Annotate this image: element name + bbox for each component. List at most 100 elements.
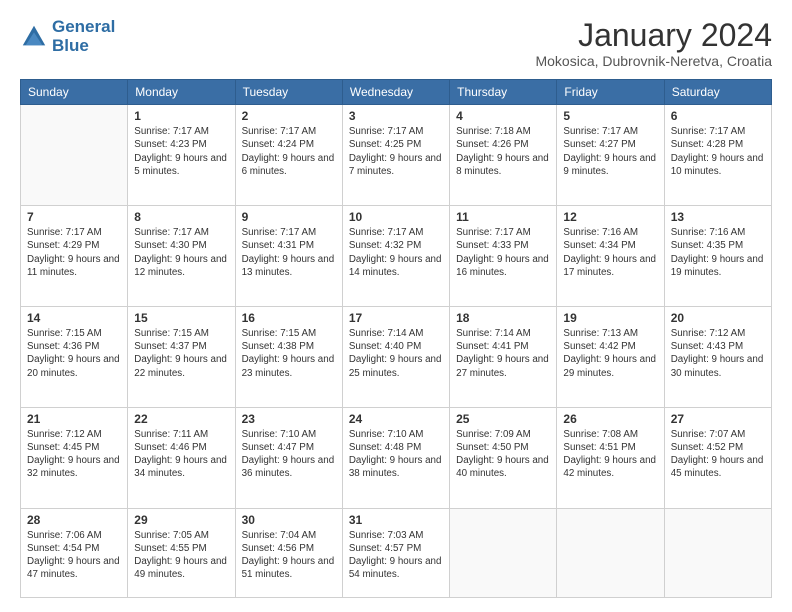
day-info: Sunrise: 7:06 AM Sunset: 4:54 PM Dayligh… (27, 529, 121, 582)
logo-text: General Blue (52, 18, 115, 55)
day-info: Sunrise: 7:17 AM Sunset: 4:32 PM Dayligh… (349, 226, 443, 279)
day-info: Sunrise: 7:05 AM Sunset: 4:55 PM Dayligh… (134, 529, 228, 582)
calendar-cell: 14 Sunrise: 7:15 AM Sunset: 4:36 PM Dayli… (21, 306, 128, 407)
calendar-cell (557, 508, 664, 597)
day-info: Sunrise: 7:17 AM Sunset: 4:27 PM Dayligh… (563, 125, 657, 178)
calendar-table: SundayMondayTuesdayWednesdayThursdayFrid… (20, 79, 772, 598)
main-title: January 2024 (535, 18, 772, 53)
day-number: 3 (349, 109, 443, 123)
day-number: 17 (349, 311, 443, 325)
calendar-cell: 28 Sunrise: 7:06 AM Sunset: 4:54 PM Dayli… (21, 508, 128, 597)
day-info: Sunrise: 7:12 AM Sunset: 4:45 PM Dayligh… (27, 428, 121, 481)
calendar-cell: 6 Sunrise: 7:17 AM Sunset: 4:28 PM Daylig… (664, 105, 771, 206)
calendar-cell: 9 Sunrise: 7:17 AM Sunset: 4:31 PM Daylig… (235, 206, 342, 307)
day-number: 2 (242, 109, 336, 123)
calendar-cell: 19 Sunrise: 7:13 AM Sunset: 4:42 PM Dayli… (557, 306, 664, 407)
calendar-week-4: 21Sunrise: 7:12 AM Sunset: 4:45 PM Dayli… (21, 407, 772, 508)
calendar-cell: 1Sunrise: 7:17 AM Sunset: 4:23 PM Daylig… (128, 105, 235, 206)
day-info: Sunrise: 7:15 AM Sunset: 4:38 PM Dayligh… (242, 327, 336, 380)
column-header-wednesday: Wednesday (342, 80, 449, 105)
calendar-cell: 29 Sunrise: 7:05 AM Sunset: 4:55 PM Dayli… (128, 508, 235, 597)
day-number: 19 (563, 311, 657, 325)
day-info: Sunrise: 7:14 AM Sunset: 4:41 PM Dayligh… (456, 327, 550, 380)
day-number: 9 (242, 210, 336, 224)
day-info: Sunrise: 7:14 AM Sunset: 4:40 PM Dayligh… (349, 327, 443, 380)
calendar-cell (450, 508, 557, 597)
title-block: January 2024 Mokosica, Dubrovnik-Neretva… (535, 18, 772, 69)
calendar-cell: 8Sunrise: 7:17 AM Sunset: 4:30 PM Daylig… (128, 206, 235, 307)
day-number: 23 (242, 412, 336, 426)
calendar-cell: 20Sunrise: 7:12 AM Sunset: 4:43 PM Dayli… (664, 306, 771, 407)
calendar-cell: 15Sunrise: 7:15 AM Sunset: 4:37 PM Dayli… (128, 306, 235, 407)
calendar-cell: 21Sunrise: 7:12 AM Sunset: 4:45 PM Dayli… (21, 407, 128, 508)
day-info: Sunrise: 7:12 AM Sunset: 4:43 PM Dayligh… (671, 327, 765, 380)
day-info: Sunrise: 7:16 AM Sunset: 4:35 PM Dayligh… (671, 226, 765, 279)
calendar-cell: 31 Sunrise: 7:03 AM Sunset: 4:57 PM Dayli… (342, 508, 449, 597)
day-number: 4 (456, 109, 550, 123)
day-number: 6 (671, 109, 765, 123)
day-number: 14 (27, 311, 121, 325)
calendar-cell: 11 Sunrise: 7:17 AM Sunset: 4:33 PM Dayli… (450, 206, 557, 307)
day-info: Sunrise: 7:15 AM Sunset: 4:36 PM Dayligh… (27, 327, 121, 380)
calendar-week-3: 14 Sunrise: 7:15 AM Sunset: 4:36 PM Dayli… (21, 306, 772, 407)
day-number: 22 (134, 412, 228, 426)
column-header-thursday: Thursday (450, 80, 557, 105)
column-header-saturday: Saturday (664, 80, 771, 105)
calendar-cell: 22Sunrise: 7:11 AM Sunset: 4:46 PM Dayli… (128, 407, 235, 508)
calendar-cell: 10 Sunrise: 7:17 AM Sunset: 4:32 PM Dayli… (342, 206, 449, 307)
page: General Blue January 2024 Mokosica, Dubr… (0, 0, 792, 612)
day-number: 10 (349, 210, 443, 224)
calendar-cell: 18 Sunrise: 7:14 AM Sunset: 4:41 PM Dayli… (450, 306, 557, 407)
day-number: 26 (563, 412, 657, 426)
day-info: Sunrise: 7:09 AM Sunset: 4:50 PM Dayligh… (456, 428, 550, 481)
column-header-friday: Friday (557, 80, 664, 105)
day-info: Sunrise: 7:10 AM Sunset: 4:47 PM Dayligh… (242, 428, 336, 481)
calendar-cell: 26 Sunrise: 7:08 AM Sunset: 4:51 PM Dayli… (557, 407, 664, 508)
calendar-cell (664, 508, 771, 597)
day-info: Sunrise: 7:17 AM Sunset: 4:28 PM Dayligh… (671, 125, 765, 178)
day-number: 24 (349, 412, 443, 426)
day-info: Sunrise: 7:18 AM Sunset: 4:26 PM Dayligh… (456, 125, 550, 178)
day-info: Sunrise: 7:08 AM Sunset: 4:51 PM Dayligh… (563, 428, 657, 481)
day-info: Sunrise: 7:17 AM Sunset: 4:29 PM Dayligh… (27, 226, 121, 279)
day-number: 5 (563, 109, 657, 123)
column-header-sunday: Sunday (21, 80, 128, 105)
day-number: 18 (456, 311, 550, 325)
calendar-cell: 4 Sunrise: 7:18 AM Sunset: 4:26 PM Daylig… (450, 105, 557, 206)
day-info: Sunrise: 7:16 AM Sunset: 4:34 PM Dayligh… (563, 226, 657, 279)
day-number: 30 (242, 513, 336, 527)
calendar-cell: 17 Sunrise: 7:14 AM Sunset: 4:40 PM Dayli… (342, 306, 449, 407)
calendar-cell: 23 Sunrise: 7:10 AM Sunset: 4:47 PM Dayli… (235, 407, 342, 508)
calendar-cell: 12 Sunrise: 7:16 AM Sunset: 4:34 PM Dayli… (557, 206, 664, 307)
day-number: 8 (134, 210, 228, 224)
day-info: Sunrise: 7:17 AM Sunset: 4:33 PM Dayligh… (456, 226, 550, 279)
day-number: 1 (134, 109, 228, 123)
day-number: 28 (27, 513, 121, 527)
day-number: 31 (349, 513, 443, 527)
day-info: Sunrise: 7:03 AM Sunset: 4:57 PM Dayligh… (349, 529, 443, 582)
day-info: Sunrise: 7:04 AM Sunset: 4:56 PM Dayligh… (242, 529, 336, 582)
calendar-cell (21, 105, 128, 206)
day-info: Sunrise: 7:17 AM Sunset: 4:25 PM Dayligh… (349, 125, 443, 178)
calendar-cell: 7 Sunrise: 7:17 AM Sunset: 4:29 PM Daylig… (21, 206, 128, 307)
calendar-cell: 13 Sunrise: 7:16 AM Sunset: 4:35 PM Dayli… (664, 206, 771, 307)
logo-line2: Blue (52, 36, 89, 55)
calendar-cell: 16Sunrise: 7:15 AM Sunset: 4:38 PM Dayli… (235, 306, 342, 407)
calendar-week-5: 28 Sunrise: 7:06 AM Sunset: 4:54 PM Dayli… (21, 508, 772, 597)
day-info: Sunrise: 7:13 AM Sunset: 4:42 PM Dayligh… (563, 327, 657, 380)
calendar-cell: 3 Sunrise: 7:17 AM Sunset: 4:25 PM Daylig… (342, 105, 449, 206)
calendar-cell: 5 Sunrise: 7:17 AM Sunset: 4:27 PM Daylig… (557, 105, 664, 206)
day-number: 7 (27, 210, 121, 224)
day-number: 12 (563, 210, 657, 224)
day-number: 13 (671, 210, 765, 224)
calendar-cell: 30 Sunrise: 7:04 AM Sunset: 4:56 PM Dayli… (235, 508, 342, 597)
day-info: Sunrise: 7:15 AM Sunset: 4:37 PM Dayligh… (134, 327, 228, 380)
subtitle: Mokosica, Dubrovnik-Neretva, Croatia (535, 53, 772, 69)
day-number: 11 (456, 210, 550, 224)
calendar-cell: 24Sunrise: 7:10 AM Sunset: 4:48 PM Dayli… (342, 407, 449, 508)
day-info: Sunrise: 7:07 AM Sunset: 4:52 PM Dayligh… (671, 428, 765, 481)
day-number: 29 (134, 513, 228, 527)
day-info: Sunrise: 7:17 AM Sunset: 4:31 PM Dayligh… (242, 226, 336, 279)
logo: General Blue (20, 18, 115, 55)
day-number: 25 (456, 412, 550, 426)
